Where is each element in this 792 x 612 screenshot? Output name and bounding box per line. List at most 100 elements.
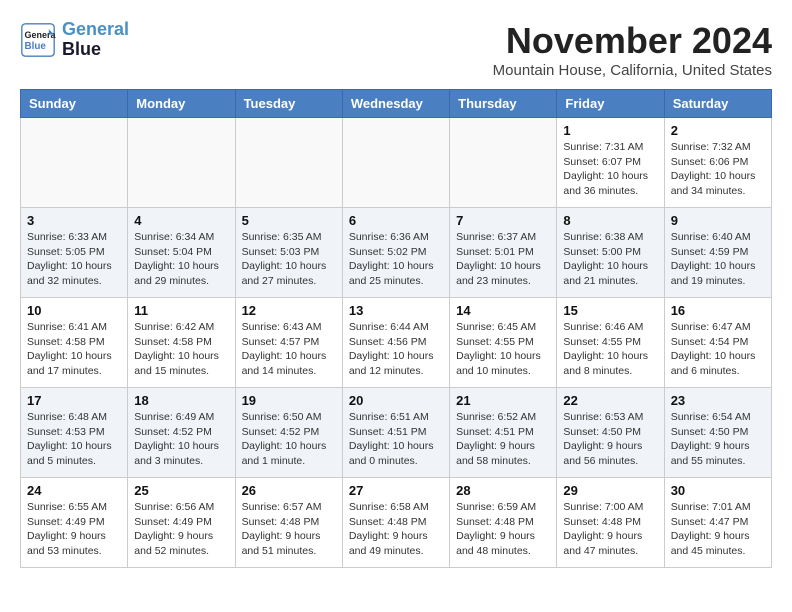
day-number: 2 xyxy=(671,123,765,138)
header: General Blue GeneralBlue November 2024 M… xyxy=(20,20,772,79)
calendar-day-cell: 6 Sunrise: 6:36 AM Sunset: 5:02 PM Daylig… xyxy=(342,208,449,298)
day-number: 4 xyxy=(134,213,228,228)
day-number: 14 xyxy=(456,303,550,318)
calendar-day-cell: 13 Sunrise: 6:44 AM Sunset: 4:56 PM Dayli… xyxy=(342,298,449,388)
weekday-header-row: SundayMondayTuesdayWednesdayThursdayFrid… xyxy=(21,90,772,118)
weekday-header-monday: Monday xyxy=(128,90,235,118)
day-detail: Sunrise: 6:57 AM Sunset: 4:48 PM Dayligh… xyxy=(242,500,336,559)
calendar-day-cell: 8 Sunrise: 6:38 AM Sunset: 5:00 PM Daylig… xyxy=(557,208,664,298)
calendar-week-row: 3 Sunrise: 6:33 AM Sunset: 5:05 PM Daylig… xyxy=(21,208,772,298)
calendar-day-cell: 22 Sunrise: 6:53 AM Sunset: 4:50 PM Dayli… xyxy=(557,388,664,478)
title-section: November 2024 Mountain House, California… xyxy=(493,20,772,79)
calendar-day-cell: 1Sunrise: 7:31 AM Sunset: 6:07 PM Daylig… xyxy=(557,118,664,208)
calendar: SundayMondayTuesdayWednesdayThursdayFrid… xyxy=(20,89,772,568)
calendar-day-cell xyxy=(128,118,235,208)
day-number: 11 xyxy=(134,303,228,318)
day-detail: Sunrise: 6:34 AM Sunset: 5:04 PM Dayligh… xyxy=(134,230,228,289)
calendar-day-cell: 25 Sunrise: 6:56 AM Sunset: 4:49 PM Dayli… xyxy=(128,478,235,568)
day-detail: Sunrise: 7:00 AM Sunset: 4:48 PM Dayligh… xyxy=(563,500,657,559)
day-number: 13 xyxy=(349,303,443,318)
calendar-day-cell xyxy=(450,118,557,208)
calendar-day-cell: 27Sunrise: 6:58 AM Sunset: 4:48 PM Dayli… xyxy=(342,478,449,568)
calendar-day-cell: 30 Sunrise: 7:01 AM Sunset: 4:47 PM Dayli… xyxy=(664,478,771,568)
day-number: 20 xyxy=(349,393,443,408)
day-detail: Sunrise: 6:47 AM Sunset: 4:54 PM Dayligh… xyxy=(671,320,765,379)
day-detail: Sunrise: 6:42 AM Sunset: 4:58 PM Dayligh… xyxy=(134,320,228,379)
day-detail: Sunrise: 7:01 AM Sunset: 4:47 PM Dayligh… xyxy=(671,500,765,559)
day-number: 5 xyxy=(242,213,336,228)
day-detail: Sunrise: 7:31 AM Sunset: 6:07 PM Dayligh… xyxy=(563,140,657,199)
day-detail: Sunrise: 6:48 AM Sunset: 4:53 PM Dayligh… xyxy=(27,410,121,469)
day-detail: Sunrise: 6:37 AM Sunset: 5:01 PM Dayligh… xyxy=(456,230,550,289)
calendar-day-cell: 28Sunrise: 6:59 AM Sunset: 4:48 PM Dayli… xyxy=(450,478,557,568)
calendar-day-cell: 24 Sunrise: 6:55 AM Sunset: 4:49 PM Dayli… xyxy=(21,478,128,568)
day-detail: Sunrise: 6:55 AM Sunset: 4:49 PM Dayligh… xyxy=(27,500,121,559)
day-number: 16 xyxy=(671,303,765,318)
day-number: 26 xyxy=(242,483,336,498)
calendar-day-cell: 23Sunrise: 6:54 AM Sunset: 4:50 PM Dayli… xyxy=(664,388,771,478)
day-number: 6 xyxy=(349,213,443,228)
day-number: 7 xyxy=(456,213,550,228)
day-detail: Sunrise: 6:40 AM Sunset: 4:59 PM Dayligh… xyxy=(671,230,765,289)
day-detail: Sunrise: 6:50 AM Sunset: 4:52 PM Dayligh… xyxy=(242,410,336,469)
day-number: 8 xyxy=(563,213,657,228)
calendar-day-cell xyxy=(235,118,342,208)
day-detail: Sunrise: 6:54 AM Sunset: 4:50 PM Dayligh… xyxy=(671,410,765,469)
day-number: 22 xyxy=(563,393,657,408)
calendar-day-cell: 17 Sunrise: 6:48 AM Sunset: 4:53 PM Dayli… xyxy=(21,388,128,478)
day-number: 21 xyxy=(456,393,550,408)
weekday-header-saturday: Saturday xyxy=(664,90,771,118)
calendar-day-cell: 3 Sunrise: 6:33 AM Sunset: 5:05 PM Daylig… xyxy=(21,208,128,298)
day-detail: Sunrise: 6:45 AM Sunset: 4:55 PM Dayligh… xyxy=(456,320,550,379)
day-number: 17 xyxy=(27,393,121,408)
day-number: 27 xyxy=(349,483,443,498)
day-number: 18 xyxy=(134,393,228,408)
day-detail: Sunrise: 6:43 AM Sunset: 4:57 PM Dayligh… xyxy=(242,320,336,379)
month-title: November 2024 xyxy=(493,20,772,62)
calendar-day-cell xyxy=(342,118,449,208)
calendar-day-cell: 16 Sunrise: 6:47 AM Sunset: 4:54 PM Dayli… xyxy=(664,298,771,388)
calendar-day-cell: 20Sunrise: 6:51 AM Sunset: 4:51 PM Dayli… xyxy=(342,388,449,478)
calendar-day-cell: 5Sunrise: 6:35 AM Sunset: 5:03 PM Daylig… xyxy=(235,208,342,298)
day-detail: Sunrise: 6:36 AM Sunset: 5:02 PM Dayligh… xyxy=(349,230,443,289)
day-detail: Sunrise: 6:44 AM Sunset: 4:56 PM Dayligh… xyxy=(349,320,443,379)
day-number: 12 xyxy=(242,303,336,318)
calendar-day-cell: 15 Sunrise: 6:46 AM Sunset: 4:55 PM Dayli… xyxy=(557,298,664,388)
calendar-day-cell: 2 Sunrise: 7:32 AM Sunset: 6:06 PM Daylig… xyxy=(664,118,771,208)
calendar-day-cell: 11 Sunrise: 6:42 AM Sunset: 4:58 PM Dayli… xyxy=(128,298,235,388)
day-number: 29 xyxy=(563,483,657,498)
svg-text:Blue: Blue xyxy=(25,41,47,52)
calendar-week-row: 24 Sunrise: 6:55 AM Sunset: 4:49 PM Dayli… xyxy=(21,478,772,568)
calendar-week-row: 17 Sunrise: 6:48 AM Sunset: 4:53 PM Dayli… xyxy=(21,388,772,478)
logo-icon: General Blue xyxy=(20,22,56,58)
day-detail: Sunrise: 6:49 AM Sunset: 4:52 PM Dayligh… xyxy=(134,410,228,469)
day-number: 24 xyxy=(27,483,121,498)
calendar-day-cell: 4 Sunrise: 6:34 AM Sunset: 5:04 PM Daylig… xyxy=(128,208,235,298)
day-detail: Sunrise: 6:38 AM Sunset: 5:00 PM Dayligh… xyxy=(563,230,657,289)
day-detail: Sunrise: 6:59 AM Sunset: 4:48 PM Dayligh… xyxy=(456,500,550,559)
day-number: 25 xyxy=(134,483,228,498)
day-detail: Sunrise: 6:46 AM Sunset: 4:55 PM Dayligh… xyxy=(563,320,657,379)
calendar-day-cell: 9Sunrise: 6:40 AM Sunset: 4:59 PM Daylig… xyxy=(664,208,771,298)
day-number: 15 xyxy=(563,303,657,318)
weekday-header-friday: Friday xyxy=(557,90,664,118)
calendar-day-cell: 19Sunrise: 6:50 AM Sunset: 4:52 PM Dayli… xyxy=(235,388,342,478)
day-detail: Sunrise: 6:53 AM Sunset: 4:50 PM Dayligh… xyxy=(563,410,657,469)
day-number: 30 xyxy=(671,483,765,498)
weekday-header-tuesday: Tuesday xyxy=(235,90,342,118)
day-detail: Sunrise: 7:32 AM Sunset: 6:06 PM Dayligh… xyxy=(671,140,765,199)
weekday-header-thursday: Thursday xyxy=(450,90,557,118)
day-number: 3 xyxy=(27,213,121,228)
weekday-header-wednesday: Wednesday xyxy=(342,90,449,118)
day-detail: Sunrise: 6:41 AM Sunset: 4:58 PM Dayligh… xyxy=(27,320,121,379)
logo-text: GeneralBlue xyxy=(62,20,129,60)
calendar-day-cell: 21 Sunrise: 6:52 AM Sunset: 4:51 PM Dayli… xyxy=(450,388,557,478)
day-detail: Sunrise: 6:56 AM Sunset: 4:49 PM Dayligh… xyxy=(134,500,228,559)
calendar-week-row: 1Sunrise: 7:31 AM Sunset: 6:07 PM Daylig… xyxy=(21,118,772,208)
logo: General Blue GeneralBlue xyxy=(20,20,129,60)
day-number: 10 xyxy=(27,303,121,318)
day-detail: Sunrise: 6:52 AM Sunset: 4:51 PM Dayligh… xyxy=(456,410,550,469)
day-detail: Sunrise: 6:33 AM Sunset: 5:05 PM Dayligh… xyxy=(27,230,121,289)
calendar-day-cell: 12 Sunrise: 6:43 AM Sunset: 4:57 PM Dayli… xyxy=(235,298,342,388)
calendar-day-cell: 14 Sunrise: 6:45 AM Sunset: 4:55 PM Dayli… xyxy=(450,298,557,388)
